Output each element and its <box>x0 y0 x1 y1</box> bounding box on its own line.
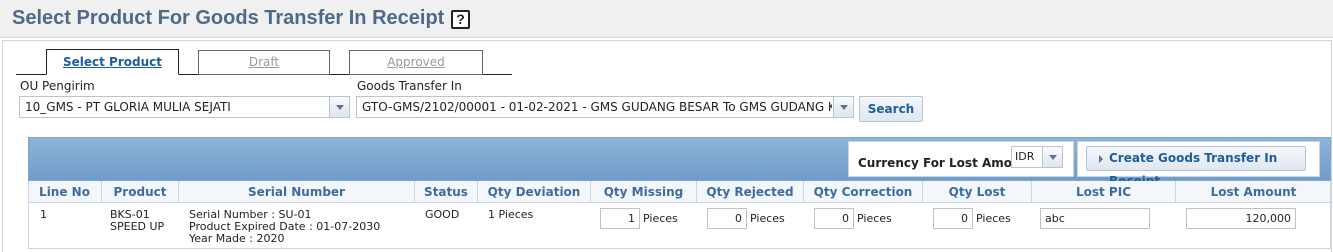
qty-missing-unit: Pieces <box>643 212 678 225</box>
column-header[interactable]: Qty Correction <box>804 181 923 203</box>
column-header[interactable]: Qty Lost <box>923 181 1032 203</box>
tab-draft[interactable]: Draft <box>198 50 330 75</box>
currency-label: Currency For Lost Amount <box>858 156 1035 170</box>
ou-pengirim-select[interactable]: 10_GMS - PT GLORIA MULIA SEJATI <box>19 96 350 118</box>
tab-approved[interactable]: Approved <box>349 50 483 75</box>
column-header[interactable]: Status <box>415 181 478 203</box>
tab-select-product[interactable]: Select Product <box>46 49 179 75</box>
triangle-right-icon <box>1099 155 1103 163</box>
chevron-down-icon[interactable] <box>329 97 349 117</box>
qty-lost-unit: Pieces <box>976 212 1011 225</box>
qty-rejected-input[interactable]: 0 <box>707 208 747 229</box>
chevron-down-icon[interactable] <box>833 97 853 117</box>
currency-select[interactable]: IDR <box>1011 146 1063 168</box>
ou-pengirim-label: OU Pengirim <box>20 79 95 93</box>
chevron-down-icon[interactable] <box>1042 147 1062 167</box>
create-goods-transfer-in-receipt-button[interactable]: Create Goods Transfer In Receipt <box>1086 146 1306 188</box>
lost-amount-input[interactable]: 120,000 <box>1186 208 1296 229</box>
column-header[interactable]: Lost PIC <box>1032 181 1176 203</box>
goods-transfer-in-select[interactable]: GTO-GMS/2102/00001 - 01-02-2021 - GMS GU… <box>356 96 854 118</box>
lost-pic-input[interactable]: abc <box>1040 208 1150 229</box>
status-cell: GOOD <box>425 208 460 221</box>
product-name: SPEED UP <box>110 220 165 233</box>
column-header[interactable]: Serial Number <box>179 181 415 203</box>
column-header[interactable]: Line No <box>28 181 102 203</box>
qty-deviation-cell: 1 Pieces <box>488 208 534 221</box>
column-header[interactable]: Qty Rejected <box>697 181 804 203</box>
help-icon[interactable]: ? <box>451 10 470 29</box>
qty-correction-unit: Pieces <box>857 212 892 225</box>
goods-transfer-in-value: GTO-GMS/2102/00001 - 01-02-2021 - GMS GU… <box>362 100 832 114</box>
search-button[interactable]: Search <box>859 96 923 122</box>
line-no-cell: 1 <box>40 208 47 221</box>
column-header[interactable]: Qty Deviation <box>478 181 591 203</box>
column-header[interactable]: Qty Missing <box>591 181 697 203</box>
page-title: Select Product For Goods Transfer In Rec… <box>12 7 445 29</box>
page-header: Select Product For Goods Transfer In Rec… <box>0 0 1333 38</box>
qty-rejected-unit: Pieces <box>750 212 785 225</box>
ou-pengirim-value: 10_GMS - PT GLORIA MULIA SEJATI <box>25 100 231 114</box>
column-header[interactable]: Product <box>102 181 179 203</box>
qty-correction-input[interactable]: 0 <box>814 208 854 229</box>
column-header[interactable]: Lost Amount <box>1176 181 1331 203</box>
qty-lost-input[interactable]: 0 <box>933 208 973 229</box>
goods-transfer-in-label: Goods Transfer In <box>357 79 462 93</box>
qty-missing-input[interactable]: 1 <box>600 208 640 229</box>
year-made: Year Made : 2020 <box>189 232 285 245</box>
